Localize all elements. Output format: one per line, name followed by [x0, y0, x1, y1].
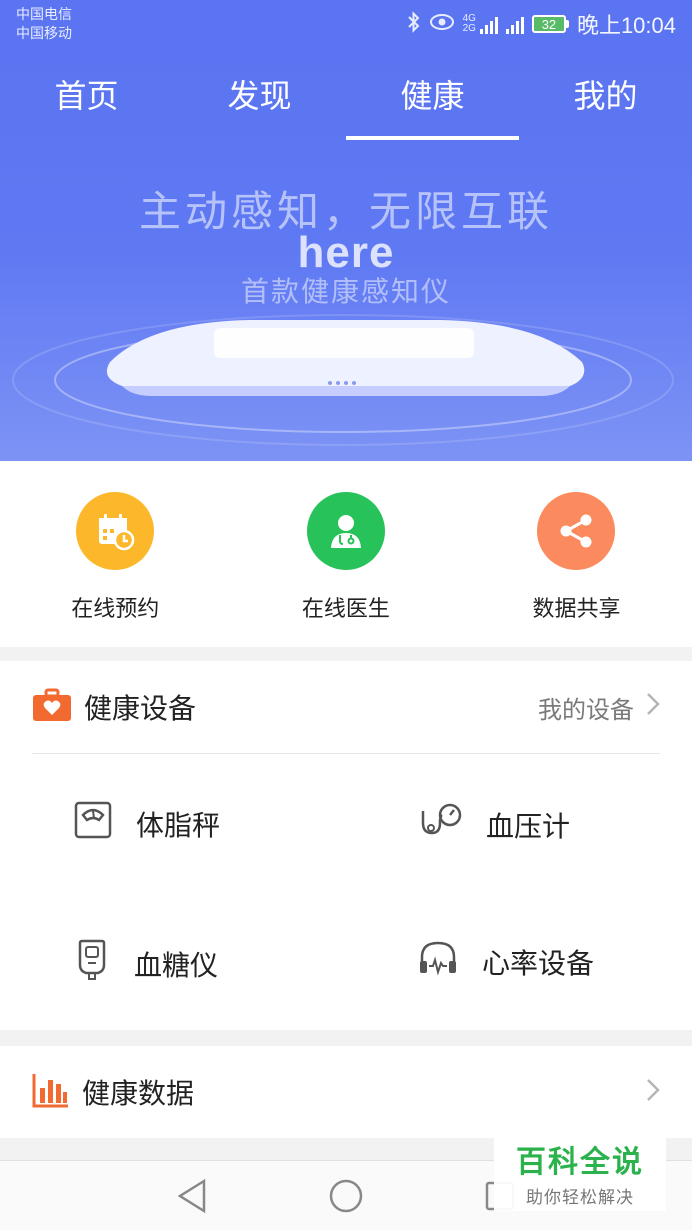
battery-level: 32 [531, 15, 566, 33]
device-label-heart-rate: 心率设备 [482, 947, 595, 979]
health-devices-title: 健康设备 [84, 693, 197, 724]
carrier-1: 中国电信 [16, 6, 72, 22]
online-booking-button[interactable]: 在线预约 [0, 461, 231, 647]
carrier-2: 中国移动 [16, 25, 72, 41]
tab-health[interactable]: 健康 [346, 64, 519, 144]
online-doctor-label: 在线医生 [301, 596, 390, 621]
chevron-right-icon [646, 692, 660, 723]
network-type-2: 2G [462, 23, 476, 34]
doctor-icon [306, 492, 385, 570]
signal-1-icon: 4G 2G [463, 14, 498, 34]
tab-discover[interactable]: 发现 [173, 64, 346, 144]
eye-comfort-icon [429, 13, 455, 36]
carrier-names: 中国电信 中国移动 [16, 5, 72, 43]
back-triangle-icon[interactable] [176, 1178, 208, 1219]
online-booking-label: 在线预约 [71, 596, 160, 621]
signal-2-icon [505, 14, 524, 34]
device-item-body-fat-scale[interactable]: 体脂秤 [74, 801, 220, 846]
sensor-device-image[interactable] [0, 300, 692, 450]
watermark-subtitle: 助你轻松解决 [526, 1188, 634, 1207]
device-item-blood-pressure[interactable]: 血压计 [418, 801, 570, 848]
home-circle-icon[interactable] [328, 1178, 364, 1219]
heart-rate-headphones-icon [418, 939, 458, 984]
health-devices-card: 健康设备 我的设备 体脂秤 血压计 血糖仪 心率设备 [0, 661, 692, 1030]
top-tabs: 首页 发现 健康 我的 [0, 64, 692, 144]
data-share-button[interactable]: 数据共享 [461, 461, 692, 647]
watermark-logo: 百科全说 助你轻松解决 [494, 1121, 666, 1211]
quick-actions: 在线预约 在线医生 数据共享 [0, 461, 692, 647]
device-label-blood-pressure: 血压计 [486, 810, 571, 842]
battery-icon: 32 [531, 15, 569, 33]
status-time: 晚上10:04 [576, 13, 676, 38]
bar-chart-icon [32, 1072, 70, 1113]
glucose-meter-icon [74, 939, 110, 988]
my-devices-label: 我的设备 [538, 696, 634, 724]
tab-home[interactable]: 首页 [0, 64, 173, 144]
share-icon [537, 492, 616, 570]
status-bar: 中国电信 中国移动 4G 2G 32 晚上10:04 [0, 0, 692, 48]
device-label-glucose-meter: 血糖仪 [134, 949, 219, 981]
medical-kit-icon [32, 688, 72, 727]
online-doctor-button[interactable]: 在线医生 [231, 461, 462, 647]
data-share-label: 数据共享 [532, 596, 621, 621]
scale-icon [74, 801, 112, 846]
calendar-clock-icon [76, 492, 155, 570]
bluetooth-icon [407, 10, 421, 38]
watermark-title: 百科全说 [516, 1146, 644, 1179]
device-label-body-fat-scale: 体脂秤 [136, 809, 221, 841]
device-item-heart-rate[interactable]: 心率设备 [418, 939, 594, 984]
tab-mine[interactable]: 我的 [519, 64, 692, 144]
status-icons: 4G 2G 32 晚上10:04 [407, 8, 676, 40]
my-devices-link[interactable]: 我的设备 [538, 690, 660, 725]
device-item-glucose-meter[interactable]: 血糖仪 [74, 939, 218, 988]
health-devices-header: 健康设备 我的设备 [32, 661, 660, 754]
health-data-title: 健康数据 [82, 1078, 195, 1109]
stethoscope-icon [418, 801, 462, 848]
header-banner: 中国电信 中国移动 4G 2G 32 晚上10:04 首页 发现 健康 我的 主… [0, 0, 692, 461]
chevron-right-icon [646, 1078, 660, 1107]
